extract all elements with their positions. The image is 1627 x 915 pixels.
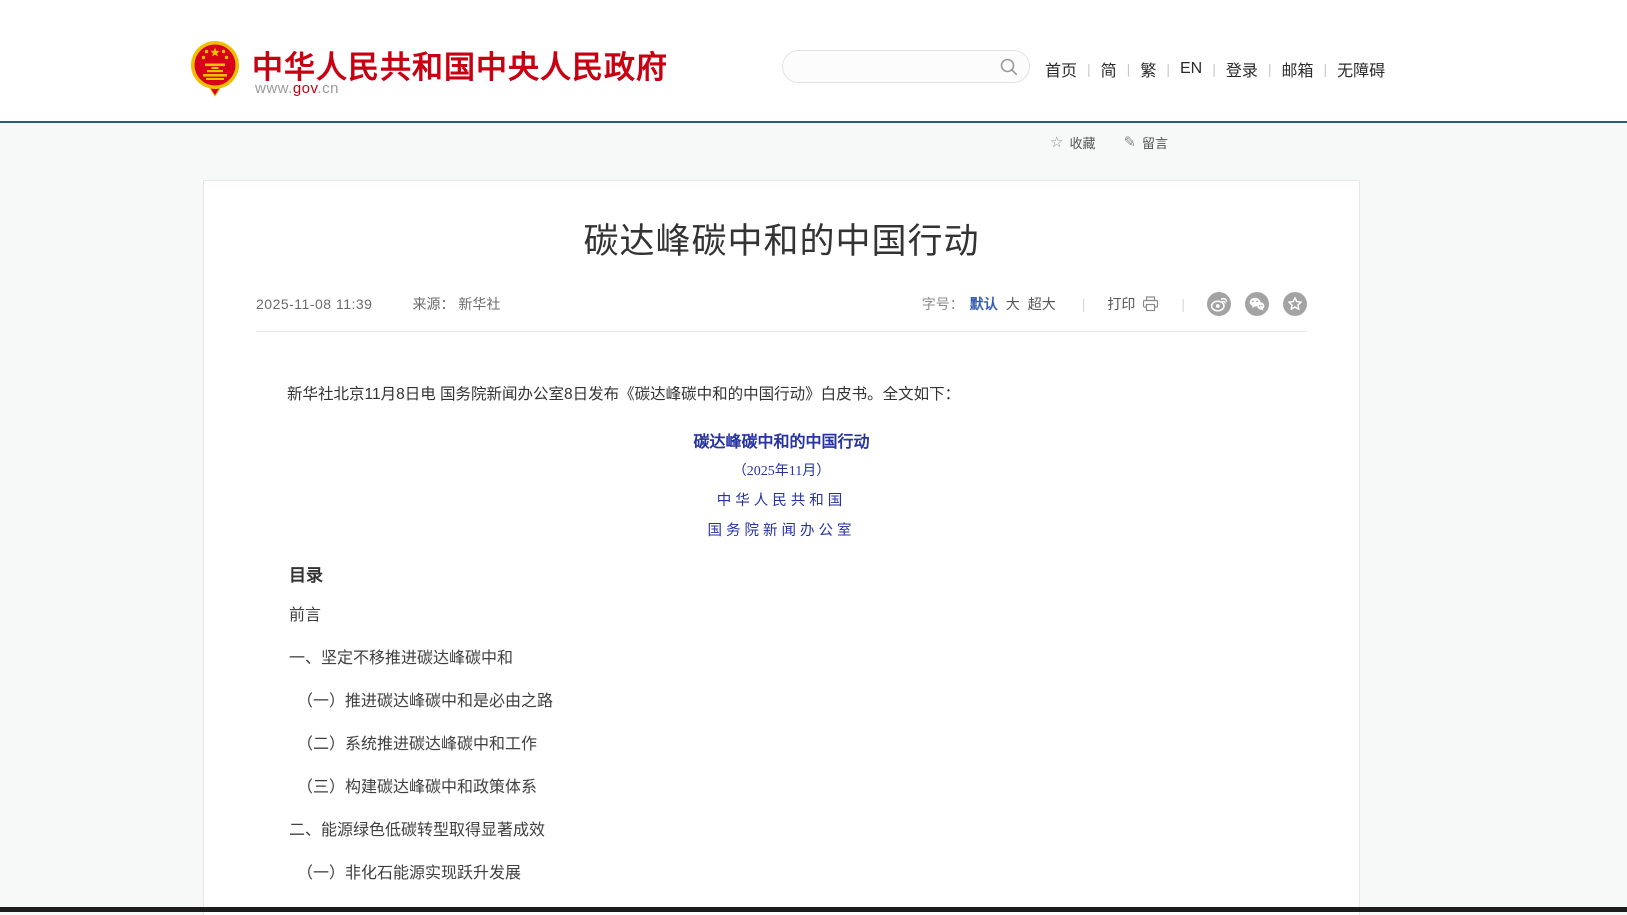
nav-separator: |: [1324, 61, 1328, 77]
nav-separator: |: [1268, 61, 1272, 77]
document-title: 碳达峰碳中和的中国行动: [256, 432, 1307, 454]
toc-item: （二）系统推进碳达峰碳中和工作: [297, 734, 1307, 755]
article-title: 碳达峰碳中和的中国行动: [256, 219, 1307, 265]
pencil-icon: ✎: [1123, 135, 1136, 150]
comment-label: 留言: [1142, 133, 1168, 152]
toc-item: （一）非化石能源实现跃升发展: [297, 863, 1307, 884]
article-date: 2025-11-08 11:39: [256, 296, 372, 312]
toc-item: 一、坚定不移推进碳达峰碳中和: [289, 648, 1307, 669]
toc-item: 二、能源绿色低碳转型取得显著成效: [289, 820, 1307, 841]
search-icon[interactable]: [1000, 58, 1018, 76]
article-meta-row: 2025-11-08 11:39 来源： 新华社 字号： 默认 大 超大 | 打…: [256, 291, 1307, 317]
site-url-gov: gov: [293, 80, 318, 97]
article-lead-paragraph: 新华社北京11月8日电 国务院新闻办公室8日发布《碳达峰碳中和的中国行动》白皮书…: [256, 384, 1307, 406]
nav-separator: |: [1087, 61, 1091, 77]
star-icon: ☆: [1050, 135, 1063, 150]
nav-separator: |: [1127, 61, 1131, 77]
meta-divider-line: [256, 331, 1307, 332]
toc-item: （一）推进碳达峰碳中和是必由之路: [297, 691, 1307, 712]
nav-simplified[interactable]: 简: [1101, 57, 1117, 81]
nav-mail[interactable]: 邮箱: [1282, 57, 1314, 81]
nav-login[interactable]: 登录: [1226, 57, 1258, 81]
nav-separator: |: [1166, 61, 1170, 77]
favorite-share-icon[interactable]: [1283, 292, 1307, 316]
print-label: 打印: [1107, 294, 1135, 314]
comment-button[interactable]: ✎ 留言: [1123, 133, 1168, 152]
share-icons: [1207, 292, 1307, 316]
source-label: 来源：: [412, 296, 454, 312]
article-meta-right: 字号： 默认 大 超大 | 打印 |: [922, 292, 1307, 316]
printer-icon: [1142, 296, 1159, 312]
toc-item: （三）构建碳达峰碳中和政策体系: [297, 777, 1307, 798]
site-url-www: www.: [255, 80, 293, 97]
weibo-share-icon[interactable]: [1207, 292, 1231, 316]
favorite-label: 收藏: [1069, 133, 1095, 152]
meta-separator: |: [1082, 296, 1086, 312]
gov-cn-page: 中华人民共和国中央人民政府 www.gov.cn 首页|简|繁|EN|登录|邮箱…: [0, 0, 1627, 915]
source-value: 新华社: [458, 296, 500, 312]
article-source: 来源： 新华社: [412, 294, 500, 314]
toc-heading: 目录: [289, 565, 1307, 587]
meta-separator: |: [1181, 296, 1185, 312]
nav-english[interactable]: EN: [1180, 60, 1202, 78]
search-input[interactable]: [799, 51, 994, 82]
site-url: www.gov.cn: [255, 80, 339, 97]
page-actions: ☆ 收藏 ✎ 留言: [1050, 132, 1168, 152]
wechat-share-icon[interactable]: [1245, 292, 1269, 316]
bottom-edge-bar: [0, 907, 1627, 912]
article-meta-left: 2025-11-08 11:39 来源： 新华社: [256, 294, 500, 314]
favorite-button[interactable]: ☆ 收藏: [1050, 133, 1095, 152]
search-box[interactable]: [782, 50, 1030, 83]
fontsize-xlarge-button[interactable]: 超大: [1028, 294, 1056, 314]
article-panel: 碳达峰碳中和的中国行动 2025-11-08 11:39 来源： 新华社 字号：…: [203, 180, 1360, 915]
nav-separator: |: [1212, 61, 1216, 77]
document-issuer-line2: 国务院新闻办公室: [256, 521, 1307, 541]
national-emblem-logo: [190, 40, 240, 97]
site-url-cn: .cn: [317, 80, 339, 97]
table-of-contents: 前言 一、坚定不移推进碳达峰碳中和 （一）推进碳达峰碳中和是必由之路 （二）系统…: [256, 605, 1307, 884]
fontsize-default-button[interactable]: 默认: [970, 294, 998, 314]
print-button[interactable]: 打印: [1107, 294, 1159, 314]
document-issuer-line1: 中华人民共和国: [256, 491, 1307, 511]
nav-traditional[interactable]: 繁: [1140, 57, 1156, 81]
top-nav: 首页 | 简 | 繁 | EN | 登录 | 邮箱 | 无障碍: [1045, 58, 1385, 80]
fontsize-large-button[interactable]: 大: [1006, 294, 1020, 314]
nav-home[interactable]: 首页: [1045, 57, 1077, 81]
fontsize-label: 字号：: [922, 294, 964, 314]
document-date: （2025年11月）: [256, 462, 1307, 482]
nav-accessibility[interactable]: 无障碍: [1337, 57, 1385, 81]
site-header: 中华人民共和国中央人民政府 www.gov.cn 首页|简|繁|EN|登录|邮箱…: [0, 0, 1627, 121]
toc-item: 前言: [289, 605, 1307, 626]
